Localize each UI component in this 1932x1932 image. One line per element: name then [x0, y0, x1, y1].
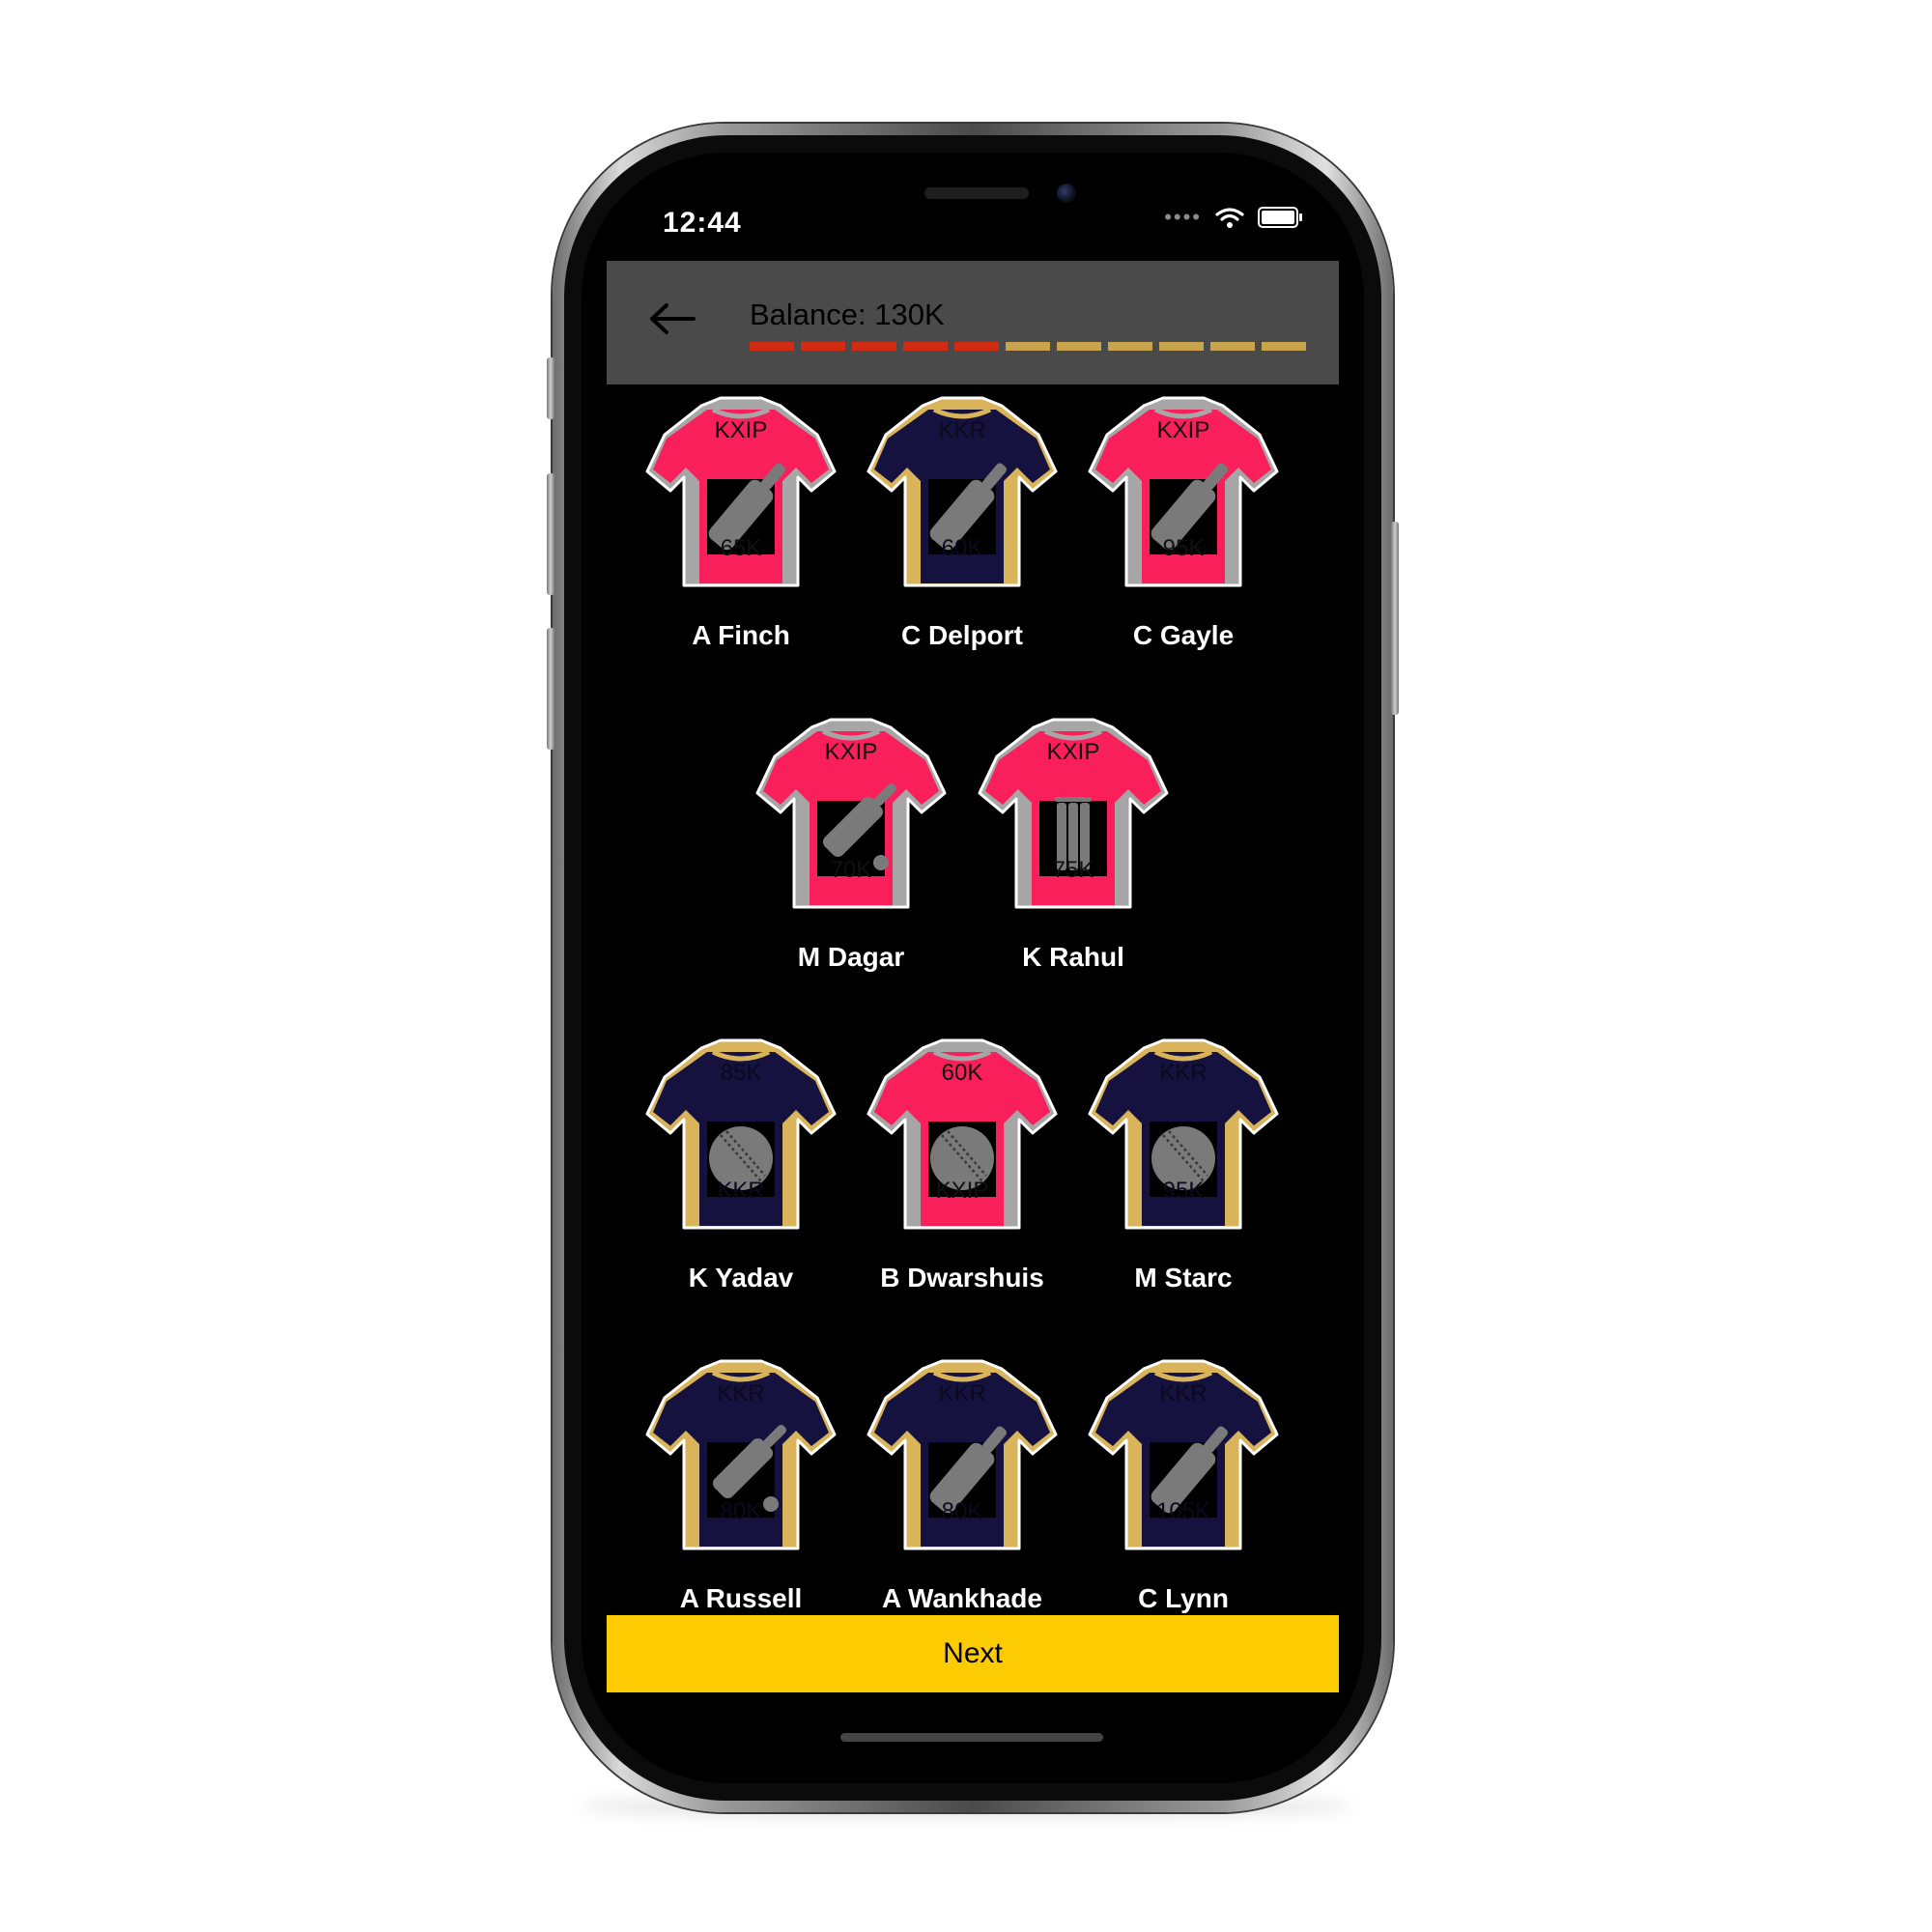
- player-name: A Finch: [692, 620, 790, 650]
- jersey-bottom-text: 75K: [1052, 857, 1094, 883]
- jersey-top-text: KXIP: [1156, 417, 1210, 443]
- back-button[interactable]: [643, 292, 701, 346]
- jersey-top-text: KKR: [938, 417, 986, 443]
- jersey-top-text: KKR: [938, 1380, 986, 1406]
- player-name: C Delport: [901, 620, 1023, 650]
- jersey-bottom-text: 70K: [830, 857, 872, 883]
- jersey-bottom-text: 95K: [1162, 535, 1205, 561]
- player-name: M Dagar: [797, 942, 905, 972]
- volume-down-button: [547, 628, 554, 750]
- player-card[interactable]: KKR 80K A Wankhade: [861, 1359, 1064, 1639]
- budget-segment-used: [954, 342, 999, 351]
- player-name: A Russell: [679, 1583, 803, 1613]
- jersey-top-text: KKR: [1159, 1380, 1208, 1406]
- jersey-bottom-text: KKR: [717, 1178, 765, 1204]
- player-name: B Dwarshuis: [880, 1263, 1044, 1293]
- player-name: A Wankhade: [882, 1583, 1042, 1613]
- player-card[interactable]: KXIP 95K C Gayle: [1082, 396, 1285, 676]
- jersey-top-text: 85K: [720, 1060, 762, 1086]
- volume-up-button: [547, 473, 554, 595]
- jersey-bottom-text: 80K: [720, 1498, 762, 1524]
- next-button[interactable]: Next: [607, 1615, 1339, 1692]
- phone-screen: 12:44 •••• Balance: 130K KXIP 65K A Finc…: [582, 153, 1364, 1783]
- budget-segment-used: [801, 342, 845, 351]
- balance-label: Balance: 130K: [750, 298, 945, 331]
- jersey-top-text: KXIP: [714, 417, 768, 443]
- jersey-top-text: 60K: [941, 1060, 983, 1086]
- wifi-icon: [1215, 208, 1244, 228]
- player-card[interactable]: 85K KKR K Yadav: [639, 1038, 842, 1319]
- budget-segment-remaining: [1057, 342, 1101, 351]
- budget-segment-used: [852, 342, 896, 351]
- budget-segment-used: [750, 342, 794, 351]
- budget-segment-remaining: [1108, 342, 1152, 351]
- arrow-left-icon: [650, 303, 696, 334]
- player-card[interactable]: KKR 105K C Lynn: [1082, 1359, 1285, 1639]
- player-card[interactable]: KKR 60K C Delport: [861, 396, 1064, 676]
- budget-segment-remaining: [1159, 342, 1204, 351]
- power-button: [1391, 522, 1399, 715]
- earpiece: [924, 187, 1029, 199]
- mute-switch: [547, 357, 554, 419]
- budget-segment-remaining: [1210, 342, 1255, 351]
- player-name: K Rahul: [1022, 942, 1124, 972]
- player-name: C Lynn: [1138, 1583, 1229, 1613]
- player-name: C Gayle: [1132, 620, 1235, 650]
- player-card[interactable]: KXIP 70K M Dagar: [750, 718, 952, 998]
- jersey-bottom-text: 105K: [1155, 1498, 1211, 1524]
- player-card[interactable]: KKR 95K M Starc: [1082, 1038, 1285, 1319]
- player-card[interactable]: KXIP 75K K Rahul: [972, 718, 1175, 998]
- player-name: M Starc: [1134, 1263, 1233, 1293]
- status-icons: ••••: [1164, 205, 1302, 229]
- status-time: 12:44: [663, 207, 742, 239]
- jersey-bottom-text: KXIP: [935, 1178, 989, 1204]
- jersey-top-text: KKR: [717, 1380, 765, 1406]
- signal-dots-icon: ••••: [1164, 205, 1202, 229]
- jersey-bottom-text: 65K: [720, 535, 762, 561]
- battery-icon: [1258, 207, 1302, 228]
- player-name: K Yadav: [688, 1263, 794, 1293]
- player-card[interactable]: KKR 80K A Russell: [639, 1359, 842, 1639]
- budget-segment-used: [903, 342, 948, 351]
- jersey-top-text: KKR: [1159, 1060, 1208, 1086]
- jersey-bottom-text: 60K: [941, 535, 983, 561]
- player-card[interactable]: KXIP 65K A Finch: [639, 396, 842, 676]
- budget-segment-remaining: [1262, 342, 1306, 351]
- jersey-bottom-text: 95K: [1162, 1178, 1205, 1204]
- jersey-top-text: KXIP: [1046, 739, 1100, 765]
- front-camera: [1057, 184, 1076, 203]
- home-indicator: [840, 1733, 1103, 1742]
- budget-segment-remaining: [1006, 342, 1050, 351]
- jersey-top-text: KXIP: [824, 739, 878, 765]
- budget-progress-bar: [750, 342, 1306, 351]
- player-card[interactable]: 60K KXIP B Dwarshuis: [861, 1038, 1064, 1319]
- app-header: Balance: 130K: [607, 261, 1339, 384]
- jersey-bottom-text: 80K: [941, 1498, 983, 1524]
